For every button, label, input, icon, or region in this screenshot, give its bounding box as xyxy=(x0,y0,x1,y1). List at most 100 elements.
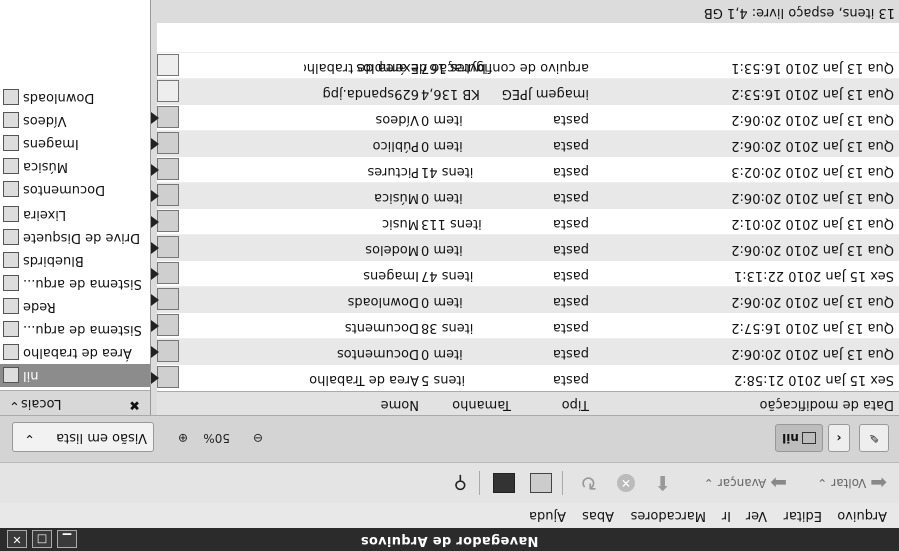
file-row[interactable]: Sex 15 Jan 2010 21:58:2 pasta 5 itens Área … xyxy=(151,364,899,391)
maximize-button[interactable]: □ xyxy=(32,530,52,548)
file-date: Qua 13 Jan 2010 20:06:2 xyxy=(731,112,894,127)
place-icon xyxy=(3,344,19,361)
search-button[interactable]: ⚲ xyxy=(454,471,467,495)
view-mode-label: Visão em lista xyxy=(56,430,147,445)
sidebar-header: ✖ Locais ⌄ xyxy=(0,390,150,415)
file-row[interactable]: Qua 13 Jan 2010 20:02:3 pasta 41 itens Pict… xyxy=(151,156,899,183)
toolbar-separator xyxy=(479,471,480,495)
close-button[interactable]: ✕ xyxy=(7,530,27,548)
stop-button[interactable]: ✕ xyxy=(617,471,635,495)
file-name: Imagens xyxy=(363,268,419,283)
expander-arrow-icon[interactable] xyxy=(151,372,159,384)
file-row[interactable]: Qua 13 Jan 2010 20:06:2 pasta 0 item Downlo… xyxy=(151,286,899,313)
expander-arrow-icon[interactable] xyxy=(151,346,159,358)
minimize-button[interactable]: ▁ xyxy=(57,530,77,548)
title-bar: Navegador de Arquivos ▁ □ ✕ xyxy=(0,528,899,551)
file-row[interactable]: Qua 13 Jan 2010 16:53:1 arquivo de config… xyxy=(157,52,899,79)
column-size[interactable]: Tamanho xyxy=(452,397,511,412)
folder-icon xyxy=(157,340,179,362)
column-date[interactable]: Data de modificação xyxy=(760,397,894,412)
sidebar-item[interactable]: Bluebirds xyxy=(0,249,150,272)
menu-ajuda[interactable]: Ajuda xyxy=(529,508,566,523)
file-row[interactable]: Qua 13 Jan 2010 20:06:2 pasta 0 item Públic… xyxy=(151,130,899,157)
sidebar-item[interactable]: Downloads xyxy=(0,86,150,109)
folder-icon xyxy=(157,262,179,284)
zoom-in-button[interactable]: ⊕ xyxy=(178,426,188,450)
sidebar-item-label: Lixeira xyxy=(23,207,67,222)
close-icon[interactable]: ✖ xyxy=(129,397,140,412)
sidebar-item[interactable]: Área de trabalho xyxy=(0,341,150,364)
sidebar-item[interactable]: Drive de Disquete xyxy=(0,226,150,249)
expander-arrow-icon[interactable] xyxy=(151,294,159,306)
sidebar-item-label: Imagens xyxy=(23,136,79,151)
home-button[interactable] xyxy=(530,471,552,495)
toggle-location-button[interactable]: ✎ xyxy=(859,424,889,452)
file-row[interactable]: Qua 13 Jan 2010 20:06:2 pasta 0 item Docume… xyxy=(151,338,899,365)
menu-ver[interactable]: Ver xyxy=(746,508,767,523)
file-row[interactable]: Sex 15 Jan 2010 22:13:1 pasta 47 itens Imag… xyxy=(151,260,899,287)
folder-icon xyxy=(157,210,179,232)
column-headers: Data de modificação Tipo Tamanho Nome xyxy=(157,391,899,415)
file-size: 0 item xyxy=(421,190,463,205)
back-button[interactable]: ⬅ Voltar ⌄ xyxy=(817,471,887,495)
zoom-out-button[interactable]: ⊖ xyxy=(253,426,263,450)
forward-button[interactable]: ➡ Avançar ⌄ xyxy=(704,471,787,495)
file-name: Documentos xyxy=(336,346,419,361)
menu-editar[interactable]: Editar xyxy=(784,508,823,523)
menu-arquivo[interactable]: Arquivo xyxy=(837,508,887,523)
sidebar-item[interactable]: Rede xyxy=(0,295,150,318)
file-date: Qua 13 Jan 2010 20:06:2 xyxy=(731,346,894,361)
sidebar-item[interactable]: nil xyxy=(0,364,150,387)
file-date: Qua 13 Jan 2010 20:06:2 xyxy=(731,138,894,153)
sidebar-item[interactable]: Vídeos xyxy=(0,109,150,132)
sidebar-item[interactable]: Documentos xyxy=(0,178,150,201)
menu-marcadores[interactable]: Marcadores xyxy=(631,508,706,523)
up-button[interactable]: ⬆ xyxy=(654,471,671,495)
file-row[interactable]: Qua 13 Jan 2010 16:53:2 imagem JPEG 136,4 … xyxy=(157,78,899,105)
breadcrumb-current[interactable]: nil xyxy=(775,424,823,452)
zoom-in-icon: ⊕ xyxy=(177,431,188,445)
place-icon xyxy=(3,321,19,338)
expander-arrow-icon[interactable] xyxy=(151,190,159,202)
folder-icon xyxy=(157,158,179,180)
expander-arrow-icon[interactable] xyxy=(151,164,159,176)
file-list[interactable]: Data de modificação Tipo Tamanho Nome Se… xyxy=(151,0,899,415)
file-row[interactable]: Qua 13 Jan 2010 20:01:2 pasta 113 itens Mus… xyxy=(151,208,899,235)
expander-arrow-icon[interactable] xyxy=(151,268,159,280)
file-row[interactable]: Qua 13 Jan 2010 16:57:2 pasta 38 itens Docu… xyxy=(151,312,899,339)
file-row[interactable]: Qua 13 Jan 2010 20:06:2 pasta 0 item Vídeos xyxy=(151,104,899,131)
sidebar-item[interactable]: Música xyxy=(0,155,150,178)
zoom-level: 50% xyxy=(203,426,230,450)
file-date: Qua 13 Jan 2010 16:57:2 xyxy=(731,320,894,335)
crumb-scroll-left[interactable]: ‹ xyxy=(828,424,850,452)
menu-ir[interactable]: Ir xyxy=(722,508,731,523)
expander-arrow-icon[interactable] xyxy=(151,320,159,332)
sidebar-item-label: Downloads xyxy=(23,90,95,105)
file-name: Pictures xyxy=(367,164,419,179)
chevron-left-icon: ‹ xyxy=(836,431,842,445)
sidebar-item[interactable]: Sistema de arqu... xyxy=(0,318,150,341)
reload-button[interactable]: ↻ xyxy=(580,471,597,495)
sidebar-item[interactable]: Lixeira xyxy=(0,203,150,226)
sidebar-item[interactable]: Sistema de arqu... xyxy=(0,272,150,295)
menu-bar: Arquivo Editar Ver Ir Marcadores Abas Aj… xyxy=(0,502,899,528)
chevron-down-icon: ⌄ xyxy=(9,398,20,413)
expander-arrow-icon[interactable] xyxy=(151,216,159,228)
file-row[interactable]: Qua 13 Jan 2010 20:06:2 pasta 0 item Modelo… xyxy=(151,234,899,261)
file-row[interactable]: Qua 13 Jan 2010 20:06:2 pasta 0 item Música xyxy=(151,182,899,209)
computer-button[interactable] xyxy=(493,471,515,495)
sidebar-item[interactable]: Imagens xyxy=(0,132,150,155)
column-type[interactable]: Tipo xyxy=(562,397,589,412)
expander-arrow-icon[interactable] xyxy=(151,112,159,124)
column-name[interactable]: Nome xyxy=(381,397,419,412)
sidebar-title[interactable]: Locais xyxy=(21,396,61,411)
view-mode-select[interactable]: Visão em lista ⌄ xyxy=(12,422,154,452)
file-size: 0 item xyxy=(421,346,463,361)
file-browser-window: Navegador de Arquivos ▁ □ ✕ Arquivo Edit… xyxy=(0,0,899,551)
file-size: 41 itens xyxy=(421,164,474,179)
place-icon xyxy=(3,298,19,315)
folder-icon xyxy=(157,288,179,310)
menu-abas[interactable]: Abas xyxy=(582,508,614,523)
expander-arrow-icon[interactable] xyxy=(151,242,159,254)
expander-arrow-icon[interactable] xyxy=(151,138,159,150)
